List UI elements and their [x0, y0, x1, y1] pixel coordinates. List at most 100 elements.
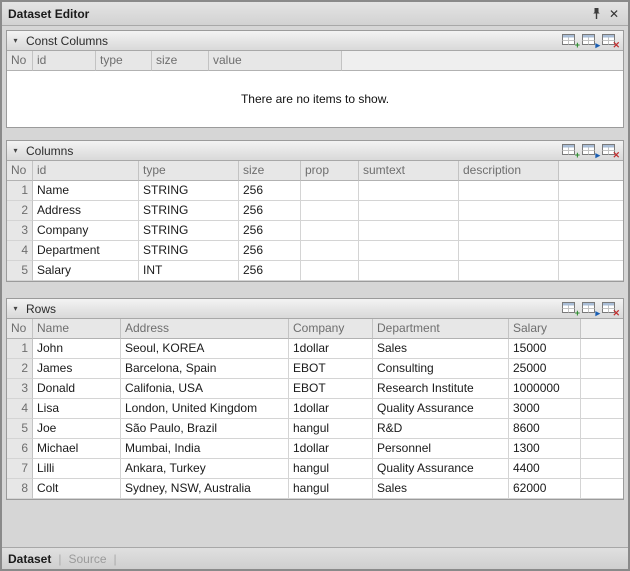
row-number-cell[interactable]: 6: [7, 439, 33, 459]
data-cell[interactable]: 15000: [509, 339, 581, 359]
column-header-no[interactable]: No: [7, 319, 33, 339]
data-cell[interactable]: Name: [33, 181, 139, 201]
data-cell[interactable]: 256: [239, 261, 301, 281]
column-header-value[interactable]: value: [209, 51, 342, 71]
data-cell[interactable]: [359, 181, 459, 201]
data-cell[interactable]: 8600: [509, 419, 581, 439]
pin-icon[interactable]: [588, 6, 604, 22]
data-cell[interactable]: 256: [239, 201, 301, 221]
data-cell[interactable]: Barcelona, Spain: [121, 359, 289, 379]
row-number-cell[interactable]: 5: [7, 419, 33, 439]
column-header-sumtext[interactable]: sumtext: [359, 161, 459, 181]
row-number-cell[interactable]: 4: [7, 241, 33, 261]
collapse-icon[interactable]: ▾: [9, 302, 22, 315]
data-cell[interactable]: Ankara, Turkey: [121, 459, 289, 479]
data-cell[interactable]: Donald: [33, 379, 121, 399]
data-cell[interactable]: [301, 221, 359, 241]
data-cell[interactable]: Sales: [373, 479, 509, 499]
data-cell[interactable]: Department: [33, 241, 139, 261]
data-cell[interactable]: Mumbai, India: [121, 439, 289, 459]
data-cell[interactable]: [301, 181, 359, 201]
data-cell[interactable]: London, United Kingdom: [121, 399, 289, 419]
data-cell[interactable]: [459, 241, 559, 261]
column-header-description[interactable]: description: [459, 161, 559, 181]
data-cell[interactable]: Joe: [33, 419, 121, 439]
data-cell[interactable]: [459, 261, 559, 281]
row-number-cell[interactable]: 5: [7, 261, 33, 281]
data-cell[interactable]: [301, 201, 359, 221]
tab-source[interactable]: Source: [68, 552, 106, 566]
column-header-size[interactable]: size: [239, 161, 301, 181]
data-cell[interactable]: São Paulo, Brazil: [121, 419, 289, 439]
column-header-type[interactable]: type: [96, 51, 152, 71]
column-header-prop[interactable]: prop: [301, 161, 359, 181]
column-header-name[interactable]: Name: [33, 319, 121, 339]
data-cell[interactable]: John: [33, 339, 121, 359]
data-cell[interactable]: Salary: [33, 261, 139, 281]
row-number-cell[interactable]: 3: [7, 379, 33, 399]
column-header-company[interactable]: Company: [289, 319, 373, 339]
data-cell[interactable]: STRING: [139, 201, 239, 221]
column-header-salary[interactable]: Salary: [509, 319, 581, 339]
data-cell[interactable]: Califonia, USA: [121, 379, 289, 399]
add-row-icon[interactable]: +: [562, 143, 579, 158]
data-cell[interactable]: Address: [33, 201, 139, 221]
column-header-type[interactable]: type: [139, 161, 239, 181]
data-cell[interactable]: STRING: [139, 221, 239, 241]
delete-row-icon[interactable]: ✕: [602, 143, 619, 158]
data-cell[interactable]: [359, 201, 459, 221]
close-icon[interactable]: ✕: [606, 6, 622, 22]
add-row-icon[interactable]: +: [562, 33, 579, 48]
row-number-cell[interactable]: 2: [7, 201, 33, 221]
data-cell[interactable]: Personnel: [373, 439, 509, 459]
row-number-cell[interactable]: 1: [7, 181, 33, 201]
column-header-size[interactable]: size: [152, 51, 209, 71]
data-cell[interactable]: Colt: [33, 479, 121, 499]
insert-row-icon[interactable]: ▸: [582, 301, 599, 316]
data-cell[interactable]: Quality Assurance: [373, 399, 509, 419]
column-header-no[interactable]: No: [7, 51, 33, 71]
data-cell[interactable]: [301, 261, 359, 281]
data-cell[interactable]: EBOT: [289, 379, 373, 399]
row-number-cell[interactable]: 3: [7, 221, 33, 241]
data-cell[interactable]: 1dollar: [289, 339, 373, 359]
data-cell[interactable]: 256: [239, 241, 301, 261]
data-cell[interactable]: STRING: [139, 241, 239, 261]
data-cell[interactable]: EBOT: [289, 359, 373, 379]
data-cell[interactable]: 62000: [509, 479, 581, 499]
data-cell[interactable]: Quality Assurance: [373, 459, 509, 479]
data-cell[interactable]: INT: [139, 261, 239, 281]
column-header-id[interactable]: id: [33, 51, 96, 71]
data-cell[interactable]: Lilli: [33, 459, 121, 479]
data-cell[interactable]: 1dollar: [289, 399, 373, 419]
data-cell[interactable]: 256: [239, 221, 301, 241]
data-cell[interactable]: 3000: [509, 399, 581, 419]
data-cell[interactable]: [359, 221, 459, 241]
data-cell[interactable]: [359, 241, 459, 261]
row-number-cell[interactable]: 7: [7, 459, 33, 479]
collapse-icon[interactable]: ▾: [9, 34, 22, 47]
data-cell[interactable]: hangul: [289, 479, 373, 499]
data-cell[interactable]: 256: [239, 181, 301, 201]
row-number-cell[interactable]: 4: [7, 399, 33, 419]
data-cell[interactable]: Lisa: [33, 399, 121, 419]
row-number-cell[interactable]: 1: [7, 339, 33, 359]
data-cell[interactable]: 25000: [509, 359, 581, 379]
data-cell[interactable]: [459, 201, 559, 221]
row-number-cell[interactable]: 8: [7, 479, 33, 499]
data-cell[interactable]: hangul: [289, 459, 373, 479]
data-cell[interactable]: Company: [33, 221, 139, 241]
data-cell[interactable]: 4400: [509, 459, 581, 479]
data-cell[interactable]: 1000000: [509, 379, 581, 399]
data-cell[interactable]: Seoul, KOREA: [121, 339, 289, 359]
data-cell[interactable]: STRING: [139, 181, 239, 201]
data-cell[interactable]: R&D: [373, 419, 509, 439]
data-cell[interactable]: 1300: [509, 439, 581, 459]
insert-row-icon[interactable]: ▸: [582, 33, 599, 48]
tab-dataset[interactable]: Dataset: [8, 552, 51, 566]
data-cell[interactable]: [459, 221, 559, 241]
data-cell[interactable]: 1dollar: [289, 439, 373, 459]
insert-row-icon[interactable]: ▸: [582, 143, 599, 158]
data-cell[interactable]: Sydney, NSW, Australia: [121, 479, 289, 499]
data-cell[interactable]: hangul: [289, 419, 373, 439]
